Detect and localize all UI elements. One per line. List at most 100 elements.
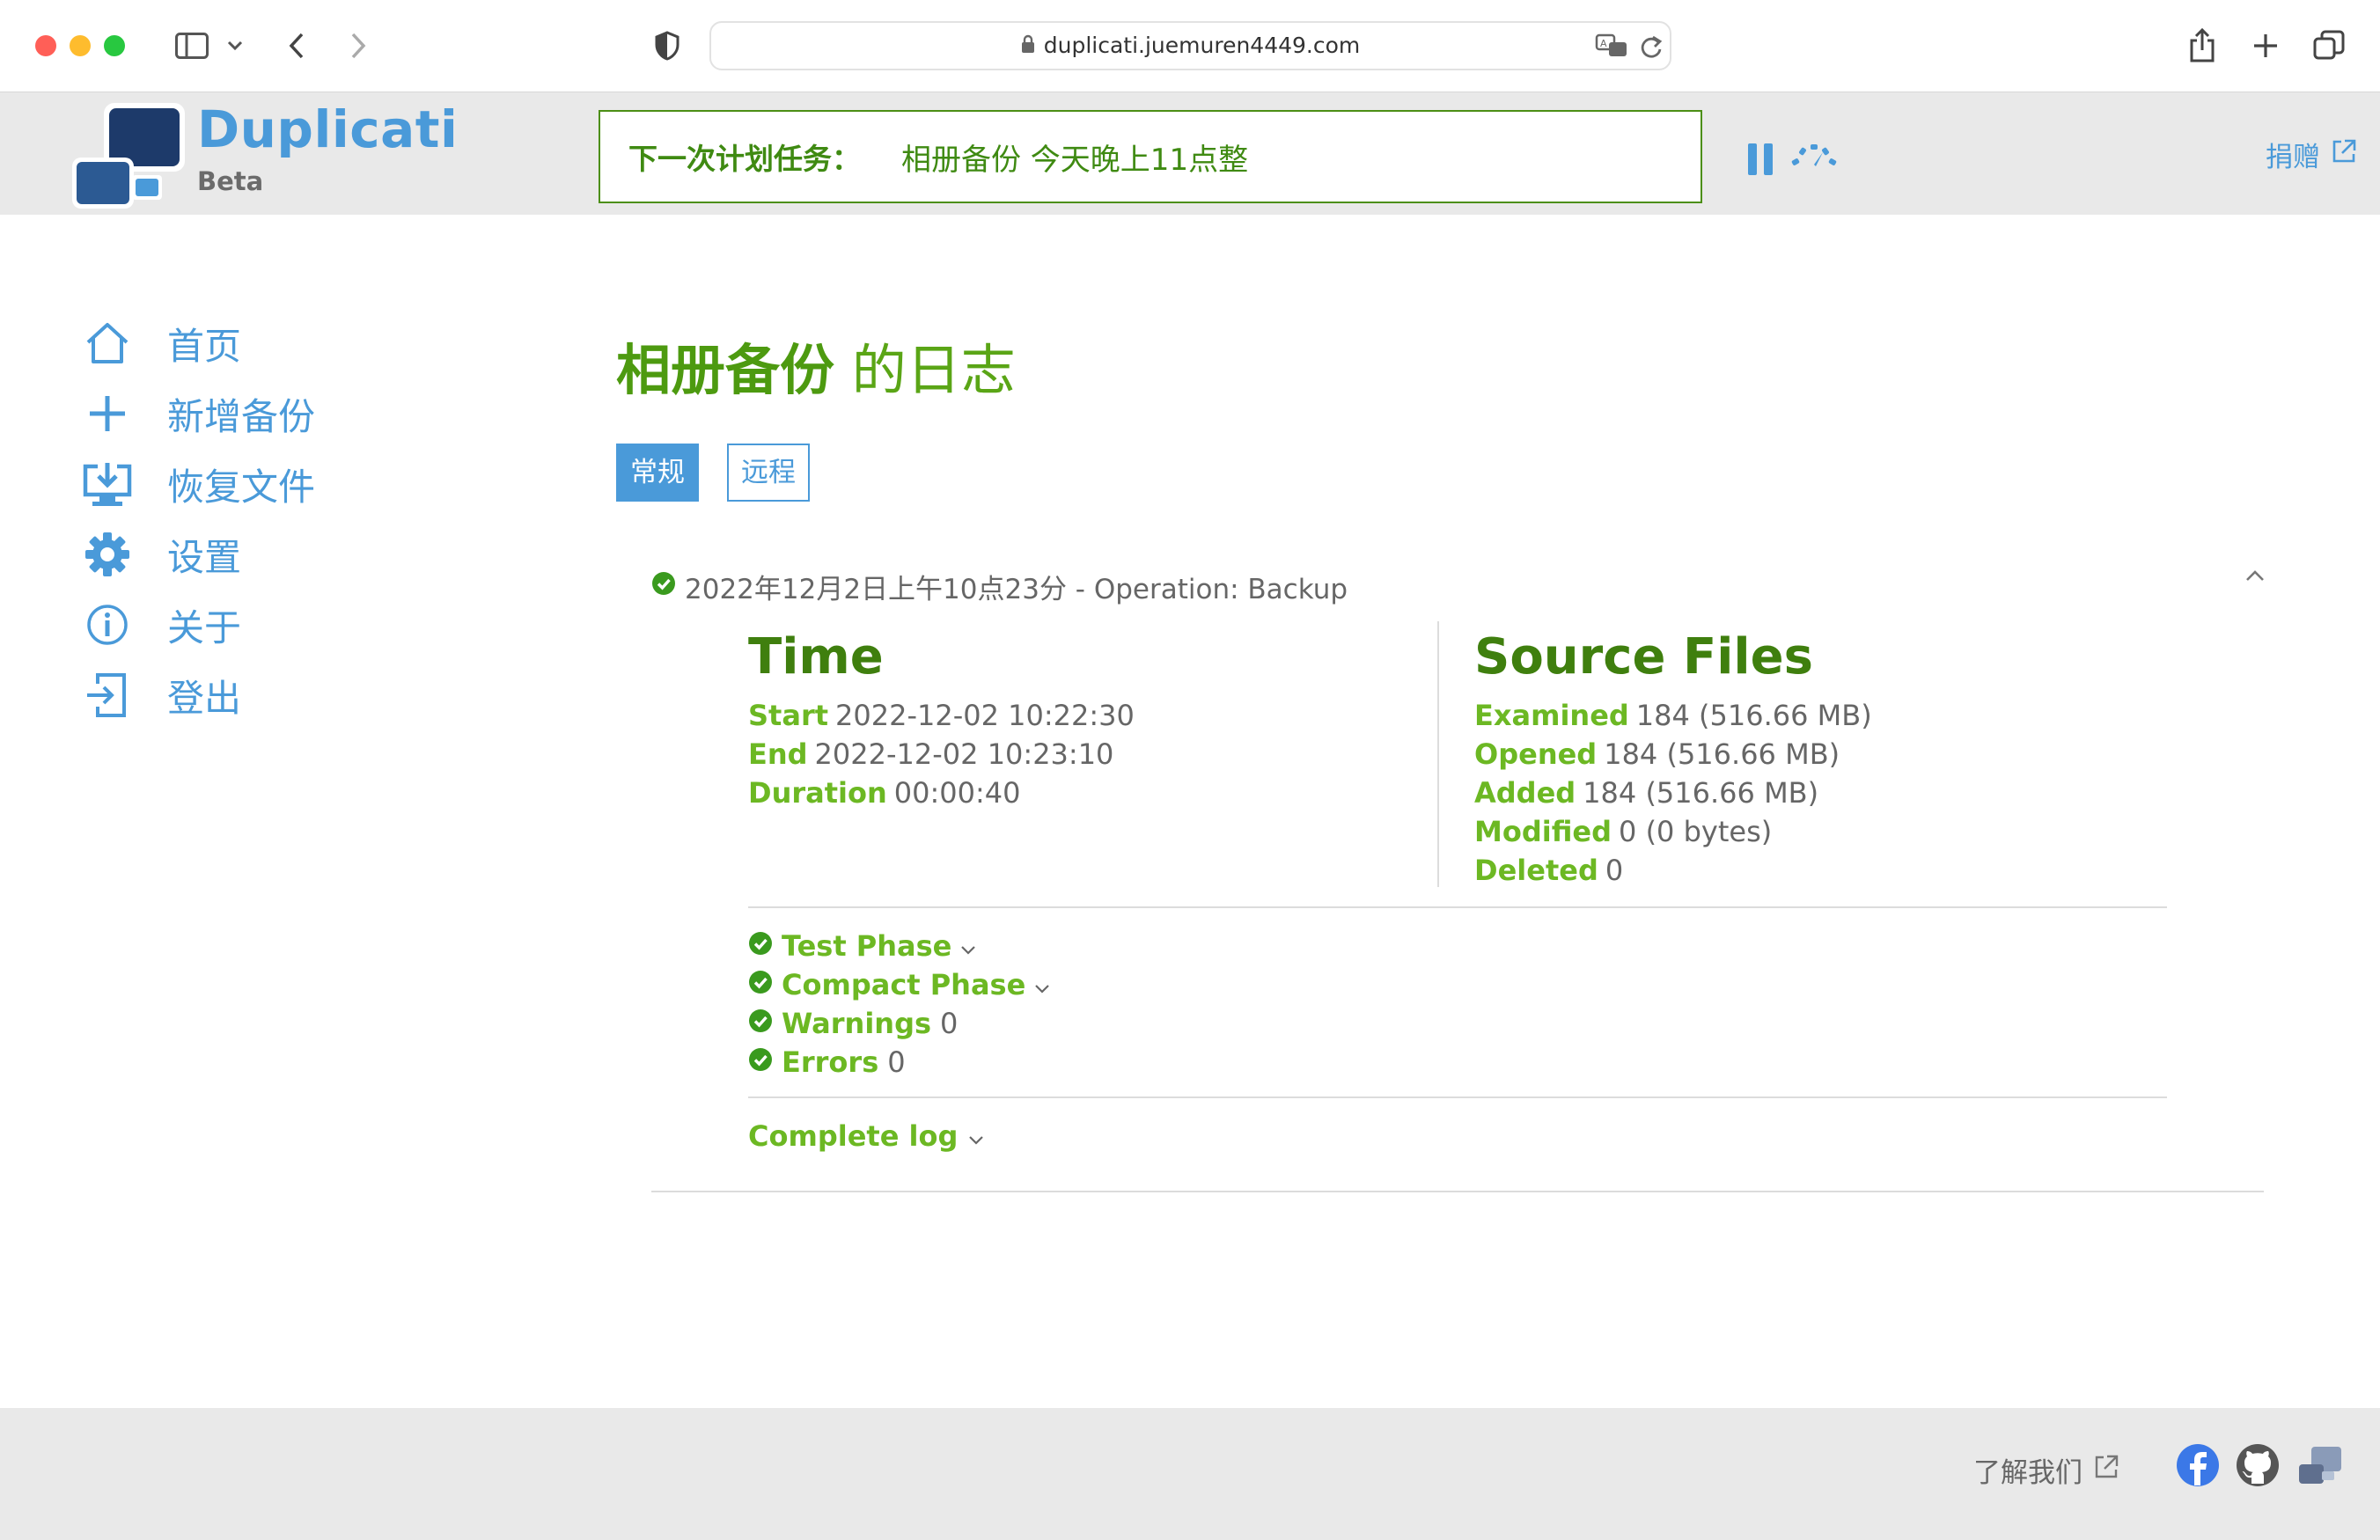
facebook-icon[interactable] <box>2176 1443 2220 1491</box>
sidebar-item-label: 关于 <box>167 605 242 649</box>
source-opened: Opened 184 (516.66 MB) <box>1474 737 1840 771</box>
stat-value: 0 <box>1605 854 1624 887</box>
home-icon <box>79 315 136 371</box>
backup-name: 相册备份 <box>616 338 835 402</box>
duplicati-logo[interactable] <box>70 99 185 209</box>
compact-phase-toggle[interactable]: Compact Phase <box>748 968 1050 1001</box>
footer: 了解我们 <box>0 1408 2380 1540</box>
donate-link[interactable]: 捐赠 <box>2266 135 2357 174</box>
phase-name: Errors <box>782 1045 879 1079</box>
learn-more-label: 了解我们 <box>1973 1457 2082 1489</box>
next-scheduled-task: 下一次计划任务： 相册备份 今天晚上11点整 <box>599 110 1702 203</box>
brand-subtitle: Beta <box>197 166 264 196</box>
complete-log-toggle[interactable]: Complete log <box>748 1119 984 1153</box>
sidebar-item-logout[interactable]: 登出 <box>79 660 519 730</box>
log-entry-title: 2022年12月2日上午10点23分 - Operation: Backup <box>685 574 1348 605</box>
tab-remote[interactable]: 远程 <box>727 444 810 502</box>
address-bar[interactable]: duplicati.juemuren4449.com A <box>709 21 1671 70</box>
stat-key: Modified <box>1474 815 1612 848</box>
sidebar-item-about[interactable]: 关于 <box>79 590 519 660</box>
sidebar-item-label: 设置 <box>167 535 242 579</box>
pause-icon[interactable] <box>1748 143 1774 175</box>
sidebar-toggle-icon[interactable] <box>173 26 211 65</box>
logout-icon <box>79 667 136 723</box>
next-task-value: 相册备份 今天晚上11点整 <box>901 142 1249 178</box>
forward-icon[interactable] <box>343 26 373 65</box>
stat-value: 2022-12-02 10:23:10 <box>814 737 1114 771</box>
time-end: End 2022-12-02 10:23:10 <box>748 737 1113 771</box>
chevron-up-icon[interactable] <box>2244 568 2266 586</box>
time-start: Start 2022-12-02 10:22:30 <box>748 699 1135 732</box>
stat-key: Duration <box>748 776 887 810</box>
section-divider <box>748 906 2167 908</box>
brand-name[interactable]: Duplicati <box>197 99 458 159</box>
chevron-down-icon <box>960 929 976 963</box>
page-title: 相册备份 的日志 <box>616 326 1016 405</box>
success-check-icon <box>748 968 773 1001</box>
success-check-icon <box>651 571 676 603</box>
time-duration: Duration 00:00:40 <box>748 776 1020 810</box>
sidebar-item-home[interactable]: 首页 <box>79 308 519 378</box>
sidebar-nav: 首页 新增备份 恢复文件 设置 关于 登出 <box>79 308 519 730</box>
sidebar-item-label: 登出 <box>167 676 242 720</box>
stat-value: 184 (516.66 MB) <box>1604 737 1840 771</box>
section-divider <box>748 1096 2167 1098</box>
source-files-section-title: Source Files <box>1474 628 1813 686</box>
github-icon[interactable] <box>2236 1443 2280 1491</box>
phase-value: 0 <box>940 1007 959 1040</box>
page-title-suffix: 的日志 <box>834 338 1016 402</box>
time-section-title: Time <box>748 628 884 686</box>
phase-value: 0 <box>887 1045 906 1079</box>
stat-value: 0 (0 bytes) <box>1619 815 1773 848</box>
info-icon <box>79 597 136 653</box>
throttle-speed-icon[interactable] <box>1790 142 1838 172</box>
external-link-icon <box>2093 1454 2119 1487</box>
url-text: duplicati.juemuren4449.com <box>1043 33 1361 58</box>
plus-icon <box>79 385 136 442</box>
new-tab-icon[interactable] <box>2248 26 2283 65</box>
sidebar-item-settings[interactable]: 设置 <box>79 519 519 590</box>
minimize-window-button[interactable] <box>70 35 91 56</box>
donate-label: 捐赠 <box>2266 142 2320 173</box>
phase-name: Warnings <box>782 1007 932 1040</box>
source-modified: Modified 0 (0 bytes) <box>1474 815 1772 848</box>
share-icon[interactable] <box>2185 26 2220 65</box>
success-check-icon <box>748 1045 773 1079</box>
lock-icon <box>1021 24 1035 70</box>
close-window-button[interactable] <box>35 35 56 56</box>
sidebar-item-label: 恢复文件 <box>167 465 316 509</box>
stat-key: Start <box>748 699 829 732</box>
tab-general[interactable]: 常规 <box>616 444 699 502</box>
stat-key: End <box>748 737 808 771</box>
test-phase-toggle[interactable]: Test Phase <box>748 929 976 963</box>
success-check-icon <box>748 1007 773 1040</box>
log-entry-header[interactable]: 2022年12月2日上午10点23分 - Operation: Backup <box>651 567 1348 606</box>
complete-log-label: Complete log <box>748 1119 959 1153</box>
source-examined: Examined 184 (516.66 MB) <box>1474 699 1872 732</box>
svg-text:A: A <box>1600 38 1607 49</box>
app-header: Duplicati Beta 下一次计划任务： 相册备份 今天晚上11点整 捐赠 <box>0 92 2380 215</box>
chevron-down-icon <box>968 1119 984 1153</box>
sidebar-item-add-backup[interactable]: 新增备份 <box>79 378 519 449</box>
external-link-icon <box>2331 138 2357 172</box>
warnings-row: Warnings 0 <box>748 1007 958 1040</box>
zoom-window-button[interactable] <box>104 35 125 56</box>
tab-overview-icon[interactable] <box>2311 26 2347 65</box>
duplicati-forum-icon[interactable] <box>2297 1443 2343 1491</box>
sidebar-item-label: 首页 <box>167 324 242 368</box>
entry-bottom-divider <box>651 1191 2264 1192</box>
sidebar-item-restore[interactable]: 恢复文件 <box>79 449 519 519</box>
source-added: Added 184 (516.66 MB) <box>1474 776 1818 810</box>
learn-more-link[interactable]: 了解我们 <box>1973 1450 2119 1490</box>
chevron-down-icon[interactable] <box>224 26 246 65</box>
back-icon[interactable] <box>282 26 312 65</box>
stat-value: 00:00:40 <box>893 776 1021 810</box>
stat-key: Added <box>1474 776 1576 810</box>
stat-value: 2022-12-02 10:22:30 <box>835 699 1135 732</box>
privacy-shield-icon[interactable] <box>651 26 683 65</box>
browser-toolbar: duplicati.juemuren4449.com A <box>0 0 2380 92</box>
log-tabs: 常规 远程 <box>616 444 810 502</box>
translate-icon[interactable]: A <box>1595 33 1630 63</box>
reload-icon[interactable] <box>1639 33 1664 63</box>
restore-icon <box>79 456 136 512</box>
